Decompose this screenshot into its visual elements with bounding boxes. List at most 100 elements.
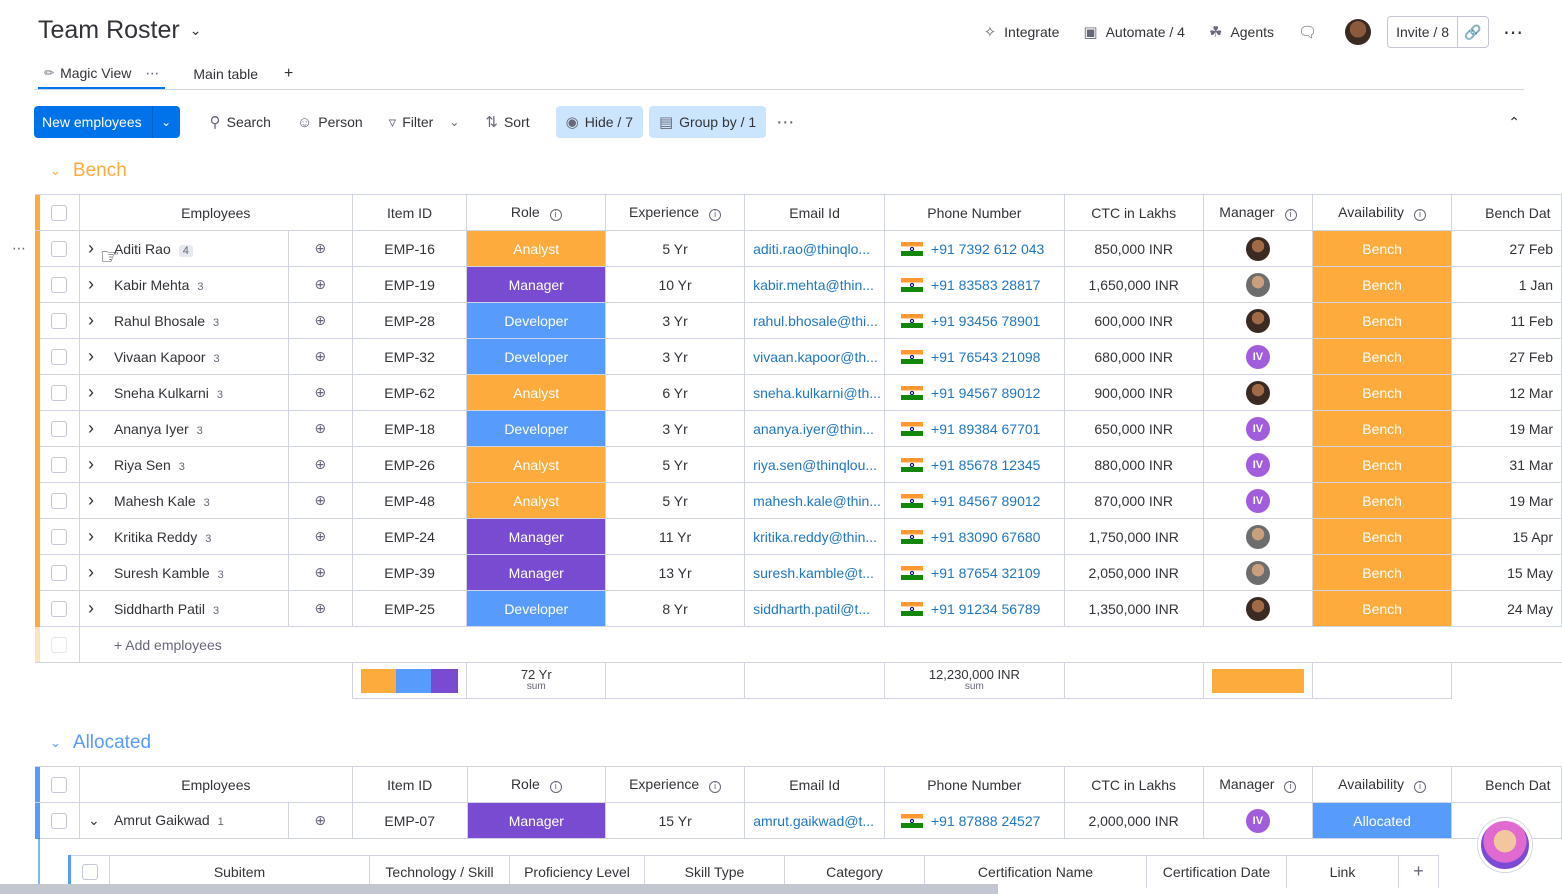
checkbox[interactable] [51,313,68,330]
availability-status-cell[interactable]: Bench [1312,518,1453,555]
table-row[interactable]: › Aditi Rao 4 ⊕ EMP-16 Analyst 5 Yr aditi.rao@t… [35,230,1562,267]
checkbox[interactable] [51,529,68,546]
add-update-icon[interactable]: ⊕ [288,590,353,627]
chevron-right-icon[interactable]: › [88,310,106,331]
experience-cell[interactable]: 11 Yr [605,518,746,555]
email-link[interactable]: ananya.iyer@thin... [744,410,886,447]
add-update-icon[interactable]: ⊕ [288,266,353,303]
filter-button[interactable]: ▿ Filter ⌄ [379,106,470,138]
header-manager[interactable]: Manager i [1203,766,1314,803]
add-update-icon[interactable]: ⊕ [288,518,353,555]
role-summary-bar[interactable] [352,662,468,699]
add-update-icon[interactable]: ⊕ [288,410,353,447]
role-status-cell[interactable]: Developer [466,302,607,339]
new-item-button[interactable]: New employees ⌄ [34,106,180,138]
manager-cell[interactable] [1203,590,1314,627]
add-view-icon[interactable]: + [284,65,293,83]
row-checkbox[interactable] [39,802,80,839]
info-icon[interactable]: i [549,209,562,221]
header-employees[interactable]: Employees [79,194,353,231]
employee-name-cell[interactable]: › Rahul Bhosale 3 [79,302,289,339]
row-checkbox[interactable] [39,518,80,555]
ctc-cell[interactable]: 650,000 INR [1064,410,1204,447]
info-icon[interactable]: i [709,781,722,793]
role-status-cell[interactable]: Analyst [466,446,607,483]
ctc-cell[interactable]: 1,650,000 INR [1064,266,1204,303]
header-email[interactable]: Email Id [744,194,886,231]
role-status-cell[interactable]: Developer [466,590,607,627]
table-row[interactable]: ⌄ Amrut Gaikwad 1 ⊕ EMP-07 Manager 15 Yr amrut.… [35,802,1562,839]
header-ctc[interactable]: CTC in Lakhs [1064,766,1204,803]
phone-link[interactable]: +91 91234 56789 [884,590,1065,627]
availability-status-cell[interactable]: Bench [1312,446,1453,483]
email-link[interactable]: vivaan.kapoor@th... [744,338,886,375]
add-update-icon[interactable]: ⊕ [288,374,353,411]
availability-status-cell[interactable]: Allocated [1312,802,1453,839]
manager-cell[interactable] [1203,374,1314,411]
chevron-right-icon[interactable]: › [88,490,106,511]
email-link[interactable]: amrut.gaikwad@t... [744,802,885,839]
header-role[interactable]: Role i [467,766,607,803]
employee-name-cell[interactable]: › Kritika Reddy 3 [79,518,289,555]
checkbox[interactable] [51,421,68,438]
checkbox[interactable] [51,493,68,510]
row-checkbox[interactable] [39,338,80,375]
employee-name-cell[interactable]: › Suresh Kamble 3 [79,554,289,591]
manager-cell[interactable] [1203,266,1314,303]
ctc-cell[interactable]: 900,000 INR [1064,374,1204,411]
tab-menu-icon[interactable]: ⋯ [145,65,159,82]
manager-cell[interactable]: IV [1203,802,1314,839]
add-item-input[interactable]: + Add employees [79,626,1562,663]
info-icon[interactable]: i [549,781,562,793]
availability-status-cell[interactable]: Bench [1312,302,1453,339]
manager-cell[interactable] [1203,230,1314,267]
email-link[interactable]: riya.sen@thinqlou... [744,446,886,483]
invite-button[interactable]: Invite / 8 🔗 [1387,16,1489,48]
subitem-header-6[interactable]: Certification Date [1146,855,1287,888]
bench-date-cell[interactable]: 11 Feb [1451,302,1562,339]
chevron-right-icon[interactable]: › [88,526,106,547]
tab-magic-view[interactable]: ✏ Magic View ⋯ [38,59,166,89]
row-checkbox[interactable] [39,230,80,267]
employee-name-cell[interactable]: ⌄ Amrut Gaikwad 1 [79,802,289,839]
header-item-id[interactable]: Item ID [352,194,468,231]
availability-status-cell[interactable]: Bench [1312,374,1453,411]
role-status-cell[interactable]: Developer [466,410,607,447]
role-status-cell[interactable]: Manager [466,554,607,591]
header-availability[interactable]: Availability i [1312,194,1453,231]
employee-name-cell[interactable]: › Vivaan Kapoor 3 [79,338,289,375]
row-checkbox[interactable] [39,374,80,411]
info-icon[interactable]: i [1284,209,1297,221]
availability-status-cell[interactable]: Bench [1312,554,1453,591]
row-menu-icon[interactable]: ⋯ [12,240,27,257]
phone-link[interactable]: +91 85678 12345 [884,446,1065,483]
phone-link[interactable]: +91 87888 24527 [884,802,1065,839]
ctc-cell[interactable]: 850,000 INR [1064,230,1204,267]
ctc-cell[interactable]: 680,000 INR [1064,338,1204,375]
bench-date-cell[interactable]: 12 Mar [1451,374,1562,411]
availability-summary-bar[interactable] [1203,662,1314,699]
role-status-cell[interactable]: Analyst [466,230,607,267]
manager-cell[interactable] [1203,518,1314,555]
add-update-icon[interactable]: ⊕ [288,230,353,267]
checkbox[interactable] [51,601,68,618]
row-checkbox[interactable] [39,302,80,339]
employee-name-cell[interactable]: › Kabir Mehta 3 [79,266,289,303]
chevron-right-icon[interactable]: › [88,346,106,367]
add-item-row[interactable]: + Add employees [35,626,1562,663]
avatar[interactable] [1245,596,1270,621]
table-row[interactable]: › Vivaan Kapoor 3 ⊕ EMP-32 Developer 3 Yr vivaa… [35,338,1562,375]
add-update-icon[interactable]: ⊕ [288,302,353,339]
header-employees[interactable]: Employees [79,766,353,803]
ctc-cell[interactable]: 1,750,000 INR [1064,518,1204,555]
availability-status-cell[interactable]: Bench [1312,410,1453,447]
role-status-cell[interactable]: Manager [466,518,607,555]
avatar[interactable]: IV [1245,416,1270,441]
experience-cell[interactable]: 3 Yr [605,302,746,339]
bench-date-cell[interactable]: 31 Mar [1451,446,1562,483]
manager-cell[interactable]: IV [1203,446,1314,483]
manager-cell[interactable] [1203,554,1314,591]
checkbox[interactable] [51,349,68,366]
availability-status-cell[interactable]: Bench [1312,266,1453,303]
ctc-cell[interactable]: 1,350,000 INR [1064,590,1204,627]
